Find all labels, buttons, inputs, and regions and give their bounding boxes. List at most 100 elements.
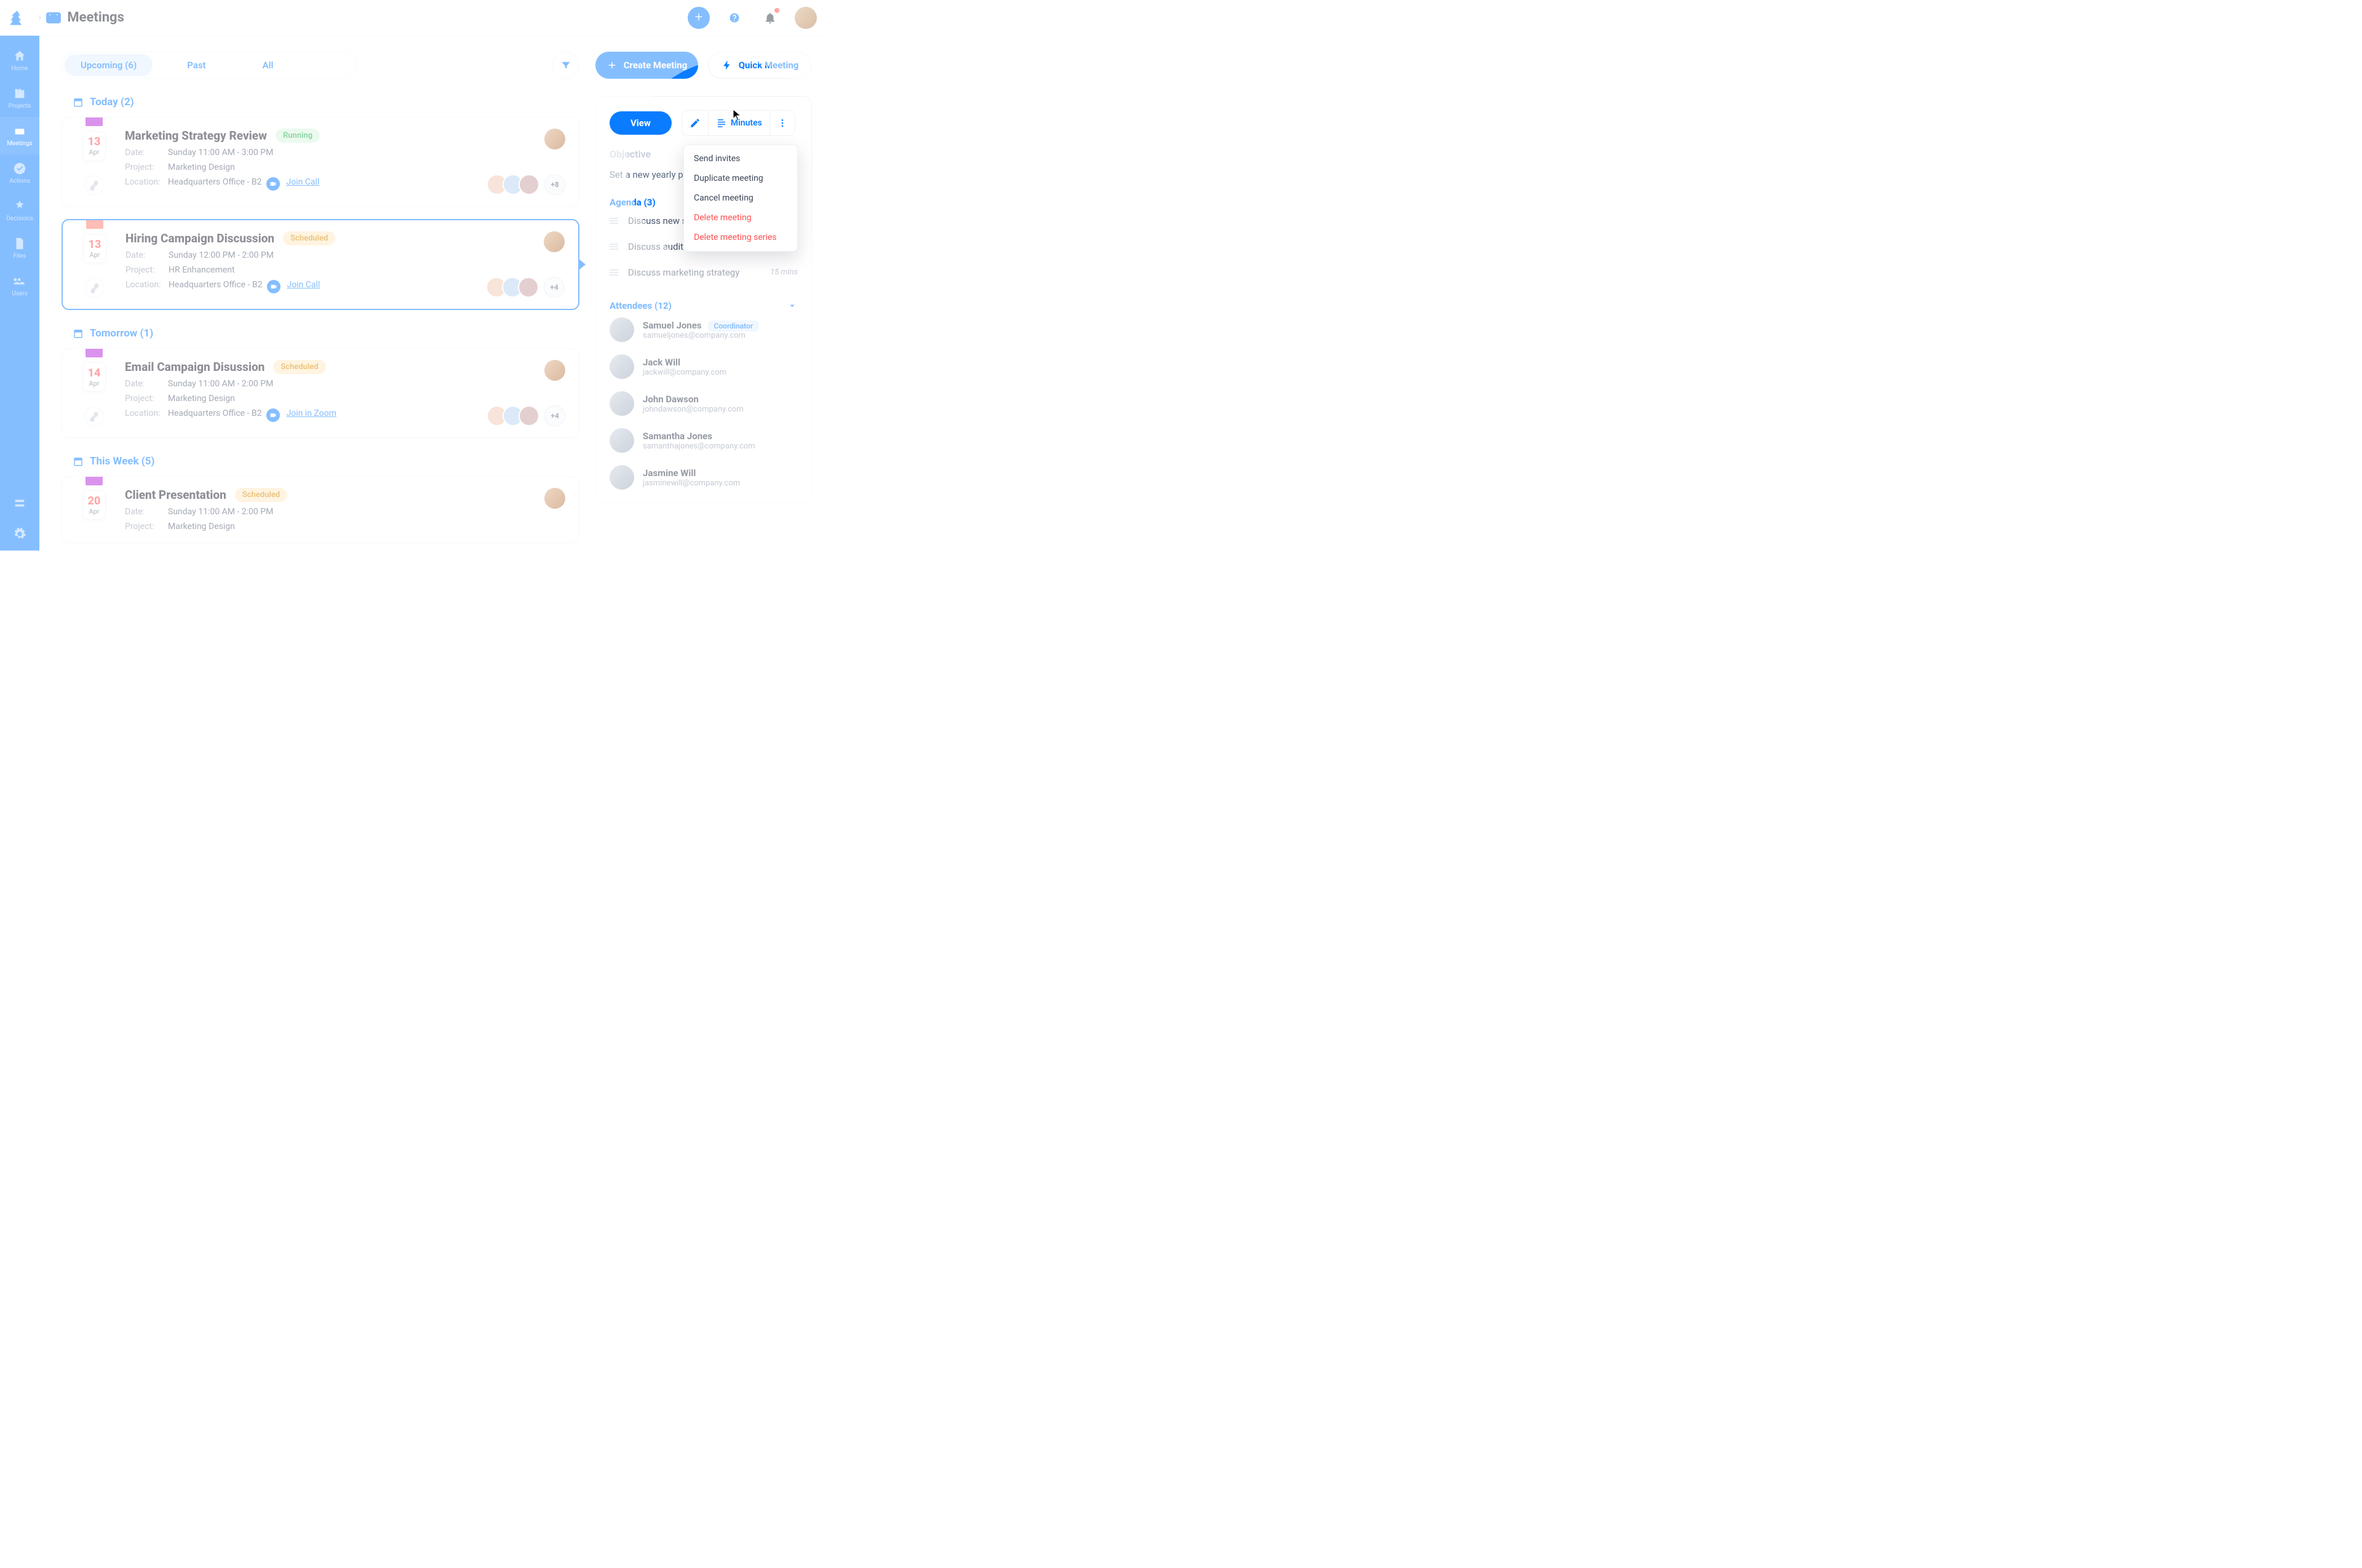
- menu-delete-meeting[interactable]: Delete meeting: [684, 208, 797, 228]
- meeting-color-chip: [85, 477, 103, 485]
- attendee-avatar: [610, 354, 634, 379]
- profile-avatar[interactable]: [795, 7, 817, 29]
- sidebar-item-users[interactable]: Users: [0, 267, 39, 304]
- drag-handle-icon[interactable]: [610, 269, 618, 276]
- main-column: Upcoming (6) Past All Today (2) 13Apr Ma…: [39, 36, 588, 551]
- sidebar-item-settings[interactable]: [0, 520, 39, 551]
- meeting-title: Marketing Strategy Review: [125, 129, 267, 143]
- join-call-link[interactable]: Join in Zoom: [286, 408, 336, 422]
- video-icon: [266, 408, 280, 422]
- sidebar-item-decisions[interactable]: Decisions: [0, 192, 39, 229]
- calendar-icon: [73, 456, 84, 467]
- add-button[interactable]: +: [688, 7, 710, 29]
- link-icon[interactable]: [85, 278, 105, 298]
- meeting-date-box: 14Apr: [82, 362, 106, 392]
- meeting-details-panel: View Minutes Send invites: [595, 96, 812, 503]
- help-icon[interactable]: [723, 7, 746, 29]
- more-attendees-count[interactable]: +4: [544, 405, 565, 426]
- meeting-card[interactable]: 14Apr Email Campaign Disussion Scheduled…: [62, 348, 579, 438]
- cursor-icon: [733, 109, 742, 121]
- meeting-date-box: 13Apr: [82, 131, 106, 161]
- attendee-row[interactable]: Jasmine Will jasminewill@company.com: [610, 459, 798, 496]
- calendar-icon: [73, 328, 84, 339]
- meeting-card[interactable]: 13Apr Marketing Strategy Review Running …: [62, 117, 579, 207]
- meeting-card[interactable]: 13Apr Hiring Campaign Discussion Schedul…: [62, 219, 579, 310]
- attendee-avatars[interactable]: +4: [491, 405, 565, 426]
- owner-avatar[interactable]: [544, 360, 565, 381]
- quick-meeting-button[interactable]: Quick Meeting: [708, 52, 812, 79]
- attendee-row[interactable]: Samuel JonesCoordinator samueljones@comp…: [610, 311, 798, 348]
- role-badge: Coordinator: [708, 320, 760, 332]
- sidebar-item-database[interactable]: [0, 489, 39, 520]
- notifications-icon[interactable]: [759, 7, 781, 29]
- status-badge: Scheduled: [273, 360, 325, 374]
- meeting-title: Hiring Campaign Discussion: [125, 231, 274, 245]
- meeting-title: Email Campaign Disussion: [125, 360, 264, 374]
- owner-avatar[interactable]: [544, 231, 565, 252]
- sidebar: Home Projects Meetings Actions Decisions…: [0, 36, 39, 551]
- attendee-avatar: [610, 317, 634, 342]
- meeting-color-chip: [85, 349, 103, 357]
- right-column: Create Meeting Quick Meeting View Minute…: [588, 36, 828, 551]
- tab-upcoming[interactable]: Upcoming (6): [65, 54, 153, 76]
- attendee-row[interactable]: Samantha Jones samanthajones@company.com: [610, 422, 798, 459]
- join-call-link[interactable]: Join Call: [287, 280, 320, 293]
- attendee-avatars[interactable]: +4: [491, 277, 565, 298]
- drag-handle-icon[interactable]: [610, 218, 618, 224]
- link-icon[interactable]: [84, 175, 104, 195]
- attendee-avatars[interactable]: +8: [491, 174, 565, 195]
- breadcrumb-chevron-icon: ›: [38, 11, 41, 24]
- attendee-avatar: [610, 391, 634, 416]
- agenda-item[interactable]: Discuss marketing strategy15 mins: [610, 260, 798, 285]
- more-attendees-count[interactable]: +8: [544, 174, 565, 195]
- more-attendees-count[interactable]: +4: [544, 277, 565, 298]
- drag-handle-icon[interactable]: [610, 244, 618, 250]
- status-badge: Scheduled: [235, 488, 287, 502]
- menu-delete-series[interactable]: Delete meeting series: [684, 228, 797, 247]
- tab-all[interactable]: All: [247, 54, 290, 76]
- owner-avatar[interactable]: [544, 488, 565, 509]
- sidebar-item-home[interactable]: Home: [0, 42, 39, 79]
- status-badge: Running: [276, 129, 320, 143]
- meeting-date-box: 13Apr: [83, 234, 107, 263]
- section-today: Today (2): [73, 96, 579, 108]
- attendee-avatar: [610, 428, 634, 453]
- video-icon: [266, 177, 280, 191]
- menu-cancel-meeting[interactable]: Cancel meeting: [684, 188, 797, 208]
- attendee-row[interactable]: Jack Will jackwill@company.com: [610, 348, 798, 385]
- section-tomorrow: Tomorrow (1): [73, 327, 579, 340]
- menu-send-invites[interactable]: Send invites: [684, 149, 797, 169]
- tab-past[interactable]: Past: [171, 54, 221, 76]
- meeting-color-chip: [85, 117, 103, 126]
- menu-duplicate-meeting[interactable]: Duplicate meeting: [684, 169, 797, 188]
- attendee-row[interactable]: John Dawson johndawson@company.com: [610, 385, 798, 422]
- app-logo[interactable]: [6, 7, 28, 29]
- meeting-card[interactable]: 20Apr Client Presentation Scheduled Date…: [62, 476, 579, 543]
- join-call-link[interactable]: Join Call: [286, 177, 319, 191]
- section-thisweek: This Week (5): [73, 455, 579, 468]
- filter-button[interactable]: [552, 52, 579, 79]
- tabs: Upcoming (6) Past All: [62, 52, 357, 79]
- link-icon[interactable]: [84, 407, 104, 426]
- meeting-color-chip: [86, 220, 103, 229]
- page-title: Meetings: [67, 10, 124, 25]
- sidebar-item-actions[interactable]: Actions: [0, 154, 39, 192]
- video-icon: [267, 280, 280, 293]
- sidebar-item-projects[interactable]: Projects: [0, 79, 39, 117]
- edit-button[interactable]: [682, 111, 709, 135]
- sidebar-item-meetings[interactable]: Meetings: [0, 117, 39, 154]
- status-badge: Scheduled: [283, 231, 335, 245]
- chevron-down-icon: [787, 300, 798, 311]
- more-actions-button[interactable]: [770, 111, 795, 135]
- topbar: › Meetings +: [0, 0, 828, 36]
- attendees-header[interactable]: Attendees (12): [610, 300, 798, 311]
- attendee-avatar: [610, 465, 634, 490]
- sidebar-item-files[interactable]: Files: [0, 229, 39, 267]
- create-meeting-button[interactable]: Create Meeting: [595, 52, 698, 79]
- meeting-title: Client Presentation: [125, 488, 226, 502]
- notification-dot: [774, 8, 779, 13]
- calendar-icon: [73, 97, 84, 108]
- owner-avatar[interactable]: [544, 129, 565, 149]
- meeting-date-box: 20Apr: [82, 490, 106, 520]
- view-button[interactable]: View: [610, 111, 672, 135]
